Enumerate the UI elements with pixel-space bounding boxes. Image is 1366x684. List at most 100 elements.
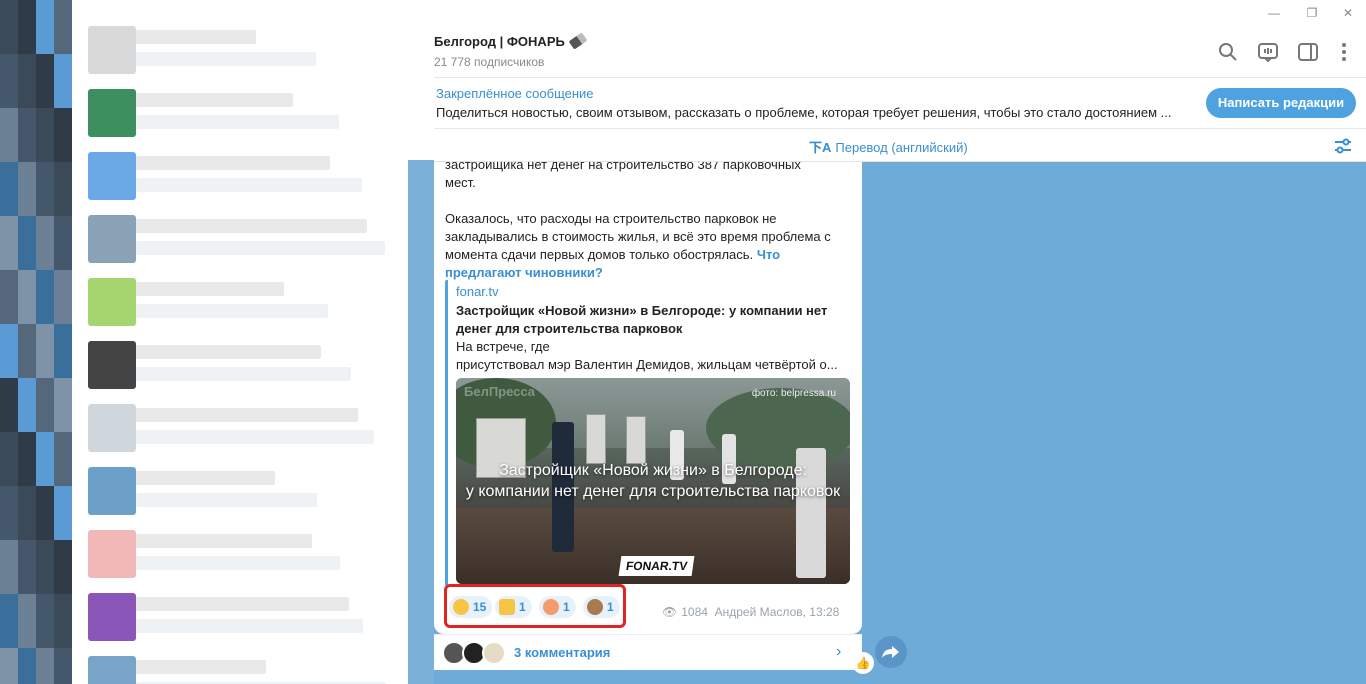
blur-pixel	[54, 72, 72, 90]
blur-pixel	[36, 216, 54, 234]
image-brand-watermark: БелПресса	[464, 384, 536, 399]
blur-pixel	[0, 432, 18, 450]
officials-link[interactable]: Что	[757, 247, 780, 262]
chat-list-item[interactable]	[72, 148, 408, 212]
write-to-editors-button[interactable]: Написать редакции	[1206, 88, 1356, 118]
avatar	[88, 656, 136, 684]
blur-pixel	[54, 396, 72, 414]
blurred-line	[136, 534, 312, 548]
blur-pixel	[18, 522, 36, 540]
message-bubble[interactable]: застройщика нет денег на строительство 3…	[434, 162, 862, 634]
blur-pixel	[54, 522, 72, 540]
blur-pixel	[18, 612, 36, 630]
blur-pixel	[18, 342, 36, 360]
blur-pixel	[18, 450, 36, 468]
channel-title: Белгород | ФОНАРЬ	[434, 32, 588, 50]
preview-title: Застройщик «Новой жизни» в Белгороде: у …	[456, 303, 828, 336]
blur-pixel	[18, 630, 36, 648]
live-stream-icon[interactable]	[1256, 40, 1280, 64]
share-button[interactable]	[875, 636, 907, 668]
blur-pixel	[54, 360, 72, 378]
more-options-icon[interactable]	[1332, 40, 1356, 64]
chat-list-item[interactable]	[72, 211, 408, 275]
sidebar-toggle-icon[interactable]	[1296, 40, 1320, 64]
officials-link-continued[interactable]: предлагают чиновники?	[445, 265, 603, 280]
blur-pixel	[36, 630, 54, 648]
pinned-message-bar[interactable]: Закреплённое сообщение Поделиться новост…	[434, 79, 1366, 129]
forward-icon	[882, 646, 899, 658]
blur-pixel	[36, 594, 54, 612]
blur-pixel	[54, 288, 72, 306]
blur-pixel	[0, 522, 18, 540]
translate-settings-icon[interactable]	[1332, 135, 1354, 157]
chat-list[interactable]	[72, 0, 408, 684]
view-count: 1084	[681, 605, 708, 619]
blurred-line	[136, 178, 362, 192]
blur-pixel	[36, 342, 54, 360]
blur-pixel	[54, 576, 72, 594]
blur-pixel	[54, 306, 72, 324]
chat-list-item[interactable]	[72, 400, 408, 464]
blur-pixel	[36, 522, 54, 540]
blurred-line	[136, 52, 316, 66]
chat-list-item[interactable]	[72, 463, 408, 527]
reaction-see-no-evil[interactable]: 1	[583, 596, 620, 618]
blur-pixel	[36, 288, 54, 306]
blur-pixel	[0, 468, 18, 486]
chat-list-item[interactable]	[72, 589, 408, 653]
blur-pixel	[36, 18, 54, 36]
preview-description: На встрече, где присутствовал мэр Валент…	[456, 339, 838, 372]
blur-pixel	[54, 666, 72, 684]
blur-pixel	[0, 126, 18, 144]
channel-header[interactable]: Белгород | ФОНАРЬ 21 778 подписчиков	[434, 26, 1366, 78]
blur-pixel	[0, 396, 18, 414]
blur-pixel	[0, 36, 18, 54]
chat-list-item[interactable]	[72, 22, 408, 86]
blur-pixel	[18, 360, 36, 378]
translate-button[interactable]: ㆘A Перевод (английский)	[809, 137, 968, 156]
blur-pixel	[18, 0, 36, 18]
comments-bar[interactable]: 3 комментария ›	[434, 634, 862, 670]
blur-pixel	[18, 270, 36, 288]
exploding-head-emoji-icon	[543, 598, 559, 615]
blur-pixel	[54, 324, 72, 342]
blur-pixel	[18, 54, 36, 72]
blur-pixel	[36, 450, 54, 468]
pinned-text: Поделиться новостью, своим отзывом, расс…	[436, 105, 1172, 120]
blur-pixel	[54, 234, 72, 252]
blur-pixel	[36, 270, 54, 288]
search-icon[interactable]	[1216, 40, 1240, 64]
blur-pixel	[36, 108, 54, 126]
reaction-exploding-head[interactable]: 1	[539, 596, 576, 618]
blur-pixel	[36, 252, 54, 270]
chat-list-item[interactable]	[72, 274, 408, 338]
blur-pixel	[54, 18, 72, 36]
blur-pixel	[18, 216, 36, 234]
blur-pixel	[54, 504, 72, 522]
chat-list-item[interactable]	[72, 337, 408, 401]
blur-pixel	[18, 18, 36, 36]
blur-pixel	[0, 324, 18, 342]
chat-list-item[interactable]	[72, 526, 408, 590]
reaction-rofl[interactable]: 15	[449, 596, 493, 618]
close-icon[interactable]: ✕	[1338, 4, 1358, 22]
blur-pixel	[18, 378, 36, 396]
blur-pixel	[54, 36, 72, 54]
message-text: застройщика нет денег на строительство 3…	[445, 162, 801, 190]
blur-pixel	[36, 234, 54, 252]
blur-pixel	[54, 540, 72, 558]
blur-pixel	[54, 198, 72, 216]
preview-image[interactable]: БелПресса фото: belpressa.ru Застройщик …	[456, 378, 850, 584]
avatar	[88, 278, 136, 326]
chat-area[interactable]: застройщика нет денег на строительство 3…	[434, 162, 1366, 684]
restore-icon[interactable]: ❐	[1302, 4, 1322, 22]
blur-pixel	[54, 468, 72, 486]
blurred-line	[136, 619, 363, 633]
minimize-icon[interactable]: —	[1264, 4, 1284, 22]
chat-list-item[interactable]	[72, 85, 408, 149]
translate-bar[interactable]: ㆘A Перевод (английский)	[434, 129, 1366, 162]
chat-list-item[interactable]	[72, 652, 408, 684]
reaction-thumbs-up[interactable]: 1	[495, 596, 532, 618]
blur-pixel	[18, 306, 36, 324]
link-preview[interactable]: fonar.tv Застройщик «Новой жизни» в Белг…	[445, 280, 850, 586]
